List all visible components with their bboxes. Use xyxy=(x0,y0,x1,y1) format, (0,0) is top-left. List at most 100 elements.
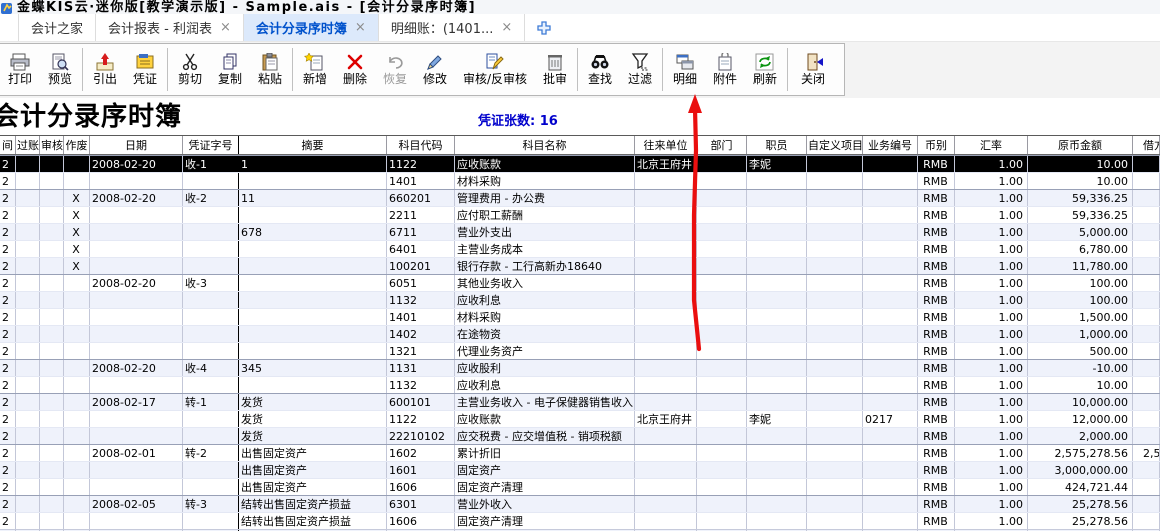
cell-unit[interactable] xyxy=(635,292,697,308)
cell-custom[interactable] xyxy=(807,275,863,291)
cell-audited[interactable] xyxy=(40,411,64,427)
cell-currency[interactable]: RMB xyxy=(918,190,955,206)
cell-staff[interactable] xyxy=(747,428,807,444)
cell-code[interactable]: 1131 xyxy=(387,360,455,376)
cell-rate[interactable]: 1.00 xyxy=(955,496,1028,512)
cell-audited[interactable] xyxy=(40,513,64,529)
cell-code[interactable]: 100201 xyxy=(387,258,455,274)
cell-name[interactable]: 应收账款 xyxy=(455,156,635,172)
table-row[interactable]: 21132应收利息RMB1.00100.00 xyxy=(0,291,1160,308)
cell-extra[interactable] xyxy=(1133,309,1160,325)
cell-dept[interactable] xyxy=(697,326,747,342)
cell-code[interactable]: 600101 xyxy=(387,394,455,410)
cell-amount[interactable]: 10.00 xyxy=(1028,377,1133,393)
cell-staff[interactable] xyxy=(747,309,807,325)
delete-button[interactable]: 删除 xyxy=(335,44,375,95)
cell-audited[interactable] xyxy=(40,343,64,359)
cell-amount[interactable]: 59,336.25 xyxy=(1028,190,1133,206)
cell-dept[interactable] xyxy=(697,190,747,206)
cell-code[interactable]: 1132 xyxy=(387,377,455,393)
cell-audited[interactable] xyxy=(40,326,64,342)
table-row[interactable]: 22008-02-01转-2出售固定资产1602累计折旧RMB1.002,575… xyxy=(0,444,1160,461)
cell-extra[interactable] xyxy=(1133,343,1160,359)
cell-currency[interactable]: RMB xyxy=(918,360,955,376)
cell-period[interactable]: 2 xyxy=(0,224,16,240)
column-header-dept[interactable]: 部门 xyxy=(697,136,747,154)
cell-currency[interactable]: RMB xyxy=(918,479,955,495)
cell-name[interactable]: 营业外支出 xyxy=(455,224,635,240)
cell-posted[interactable] xyxy=(16,275,40,291)
cell-dept[interactable] xyxy=(697,411,747,427)
cell-amount[interactable]: 10.00 xyxy=(1028,156,1133,172)
cell-amount[interactable]: 2,575,278.56 xyxy=(1028,445,1133,461)
cell-summary[interactable] xyxy=(239,343,387,359)
cell-amount[interactable]: 2,000.00 xyxy=(1028,428,1133,444)
cell-amount[interactable]: 10.00 xyxy=(1028,173,1133,189)
cell-dept[interactable] xyxy=(697,462,747,478)
cell-period[interactable]: 2 xyxy=(0,479,16,495)
cell-voucher[interactable] xyxy=(183,479,239,495)
cell-date[interactable] xyxy=(90,241,183,257)
cell-staff[interactable] xyxy=(747,360,807,376)
cell-extra[interactable] xyxy=(1133,377,1160,393)
cell-custom[interactable] xyxy=(807,156,863,172)
cell-unit[interactable] xyxy=(635,241,697,257)
cell-bizno[interactable] xyxy=(863,343,918,359)
cell-voucher[interactable]: 收-1 xyxy=(183,156,239,172)
table-row[interactable]: 22008-02-05转-3结转出售固定资产损益6301营业外收入RMB1.00… xyxy=(0,495,1160,512)
cell-voided[interactable]: X xyxy=(64,224,90,240)
cell-name[interactable]: 应收利息 xyxy=(455,292,635,308)
cell-amount[interactable]: 59,336.25 xyxy=(1028,207,1133,223)
cell-staff[interactable] xyxy=(747,224,807,240)
cell-rate[interactable]: 1.00 xyxy=(955,377,1028,393)
cell-voided[interactable] xyxy=(64,156,90,172)
cell-audited[interactable] xyxy=(40,496,64,512)
cell-custom[interactable] xyxy=(807,428,863,444)
cell-voucher[interactable] xyxy=(183,513,239,529)
cell-dept[interactable] xyxy=(697,513,747,529)
cell-bizno[interactable] xyxy=(863,258,918,274)
cell-extra[interactable] xyxy=(1133,411,1160,427)
cell-extra[interactable] xyxy=(1133,156,1160,172)
cell-posted[interactable] xyxy=(16,190,40,206)
cell-voucher[interactable] xyxy=(183,258,239,274)
cell-rate[interactable]: 1.00 xyxy=(955,224,1028,240)
cell-voucher[interactable] xyxy=(183,411,239,427)
cell-posted[interactable] xyxy=(16,326,40,342)
table-row[interactable]: 2出售固定资产1601固定资产RMB1.003,000,000.00 xyxy=(0,461,1160,478)
attachment-button[interactable]: 附件 xyxy=(705,44,745,95)
cell-posted[interactable] xyxy=(16,258,40,274)
cell-dept[interactable] xyxy=(697,207,747,223)
cell-summary[interactable]: 1 xyxy=(239,156,387,172)
cell-rate[interactable]: 1.00 xyxy=(955,462,1028,478)
cell-staff[interactable] xyxy=(747,173,807,189)
cell-period[interactable]: 2 xyxy=(0,207,16,223)
cell-period[interactable]: 2 xyxy=(0,241,16,257)
table-row[interactable]: 22008-02-20收-43451131应收股利RMB1.00-10.00 xyxy=(0,359,1160,376)
cell-code[interactable]: 6401 xyxy=(387,241,455,257)
modify-button[interactable]: 修改 xyxy=(415,44,455,95)
cell-code[interactable]: 1601 xyxy=(387,462,455,478)
cell-bizno[interactable] xyxy=(863,394,918,410)
cell-voucher[interactable]: 收-2 xyxy=(183,190,239,206)
cell-rate[interactable]: 1.00 xyxy=(955,479,1028,495)
cell-name[interactable]: 累计折旧 xyxy=(455,445,635,461)
cell-bizno[interactable] xyxy=(863,190,918,206)
cell-period[interactable]: 2 xyxy=(0,292,16,308)
cell-date[interactable] xyxy=(90,411,183,427)
column-header-custom[interactable]: 自定义项目 xyxy=(807,136,863,154)
add-tab-button[interactable] xyxy=(525,14,563,41)
refresh-button[interactable]: 刷新 xyxy=(745,44,785,95)
cell-date[interactable]: 2008-02-01 xyxy=(90,445,183,461)
cell-staff[interactable] xyxy=(747,445,807,461)
cell-date[interactable]: 2008-02-17 xyxy=(90,394,183,410)
audit-button[interactable]: 审核/反审核 xyxy=(455,44,535,95)
cell-code[interactable]: 6711 xyxy=(387,224,455,240)
cell-summary[interactable] xyxy=(239,292,387,308)
preview-button[interactable]: 预览 xyxy=(40,44,80,95)
cell-voided[interactable] xyxy=(64,479,90,495)
cell-summary[interactable]: 结转出售固定资产损益 xyxy=(239,513,387,529)
cell-date[interactable] xyxy=(90,428,183,444)
cell-code[interactable]: 660201 xyxy=(387,190,455,206)
cell-dept[interactable] xyxy=(697,309,747,325)
